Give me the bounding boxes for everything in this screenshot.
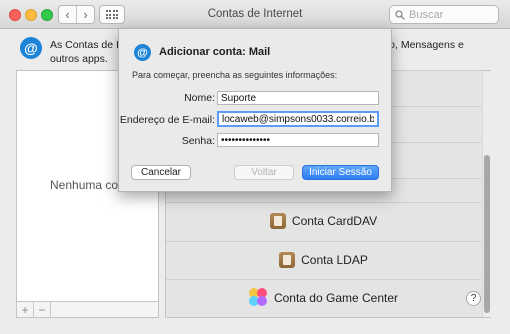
game-center-icon xyxy=(248,288,268,307)
search-field[interactable] xyxy=(389,5,499,24)
empty-accounts-label: Nenhuma con xyxy=(50,178,125,192)
name-field[interactable] xyxy=(217,91,379,105)
provider-row-ldap[interactable]: Conta LDAP xyxy=(166,241,481,277)
close-window-button[interactable] xyxy=(9,9,21,21)
window-title: Contas de Internet xyxy=(207,8,303,20)
help-button[interactable]: ? xyxy=(466,291,481,306)
dialog-intro: Para começar, preencha as seguintes info… xyxy=(132,70,338,80)
header-text-line2: outros apps. xyxy=(50,53,108,65)
internet-accounts-window: ‹ › Contas de Internet @ As Contas de In… xyxy=(0,0,510,334)
back-forward-group: ‹ › xyxy=(58,5,95,24)
provider-row-carddav[interactable]: Conta CardDAV xyxy=(166,202,481,238)
show-all-preferences-button[interactable] xyxy=(99,5,125,24)
providers-scrollbar[interactable] xyxy=(482,71,491,317)
dialog-title: Adicionar conta: Mail xyxy=(159,46,271,58)
internet-accounts-icon: @ xyxy=(20,37,42,59)
remove-account-button[interactable]: − xyxy=(34,302,51,317)
provider-label: Conta do Game Center xyxy=(273,290,399,305)
provider-row-game-center[interactable]: Conta do Game Center xyxy=(166,279,481,315)
sign-in-button[interactable]: Iniciar Sessão xyxy=(302,165,379,180)
minimize-window-button[interactable] xyxy=(25,9,37,21)
add-account-dialog: @ Adicionar conta: Mail Para começar, pr… xyxy=(118,28,392,192)
mail-at-icon: @ xyxy=(134,44,151,61)
scrollbar-thumb[interactable] xyxy=(484,155,490,313)
password-label: Senha: xyxy=(181,135,215,147)
header-text-start: As Contas de Int xyxy=(50,39,128,51)
ldap-icon xyxy=(279,251,296,268)
provider-label: Conta LDAP xyxy=(301,252,368,267)
title-bar: ‹ › Contas de Internet xyxy=(0,0,510,29)
forward-button[interactable]: › xyxy=(76,6,94,23)
cancel-button[interactable]: Cancelar xyxy=(131,165,191,180)
add-account-button[interactable]: + xyxy=(17,302,34,317)
zoom-window-button[interactable] xyxy=(41,9,53,21)
email-field[interactable] xyxy=(217,111,379,127)
email-label: Endereço de E-mail: xyxy=(119,114,215,126)
password-field[interactable] xyxy=(217,133,379,147)
back-button-disabled[interactable]: Voltar xyxy=(234,165,294,180)
name-label: Nome: xyxy=(184,92,215,104)
back-button[interactable]: ‹ xyxy=(59,6,76,23)
search-icon xyxy=(395,9,405,20)
search-input[interactable] xyxy=(409,8,495,21)
grid-icon xyxy=(105,10,119,19)
accounts-list-toolbar: + − xyxy=(16,302,159,318)
carddav-icon xyxy=(269,212,286,229)
provider-label: Conta CardDAV xyxy=(291,213,378,228)
